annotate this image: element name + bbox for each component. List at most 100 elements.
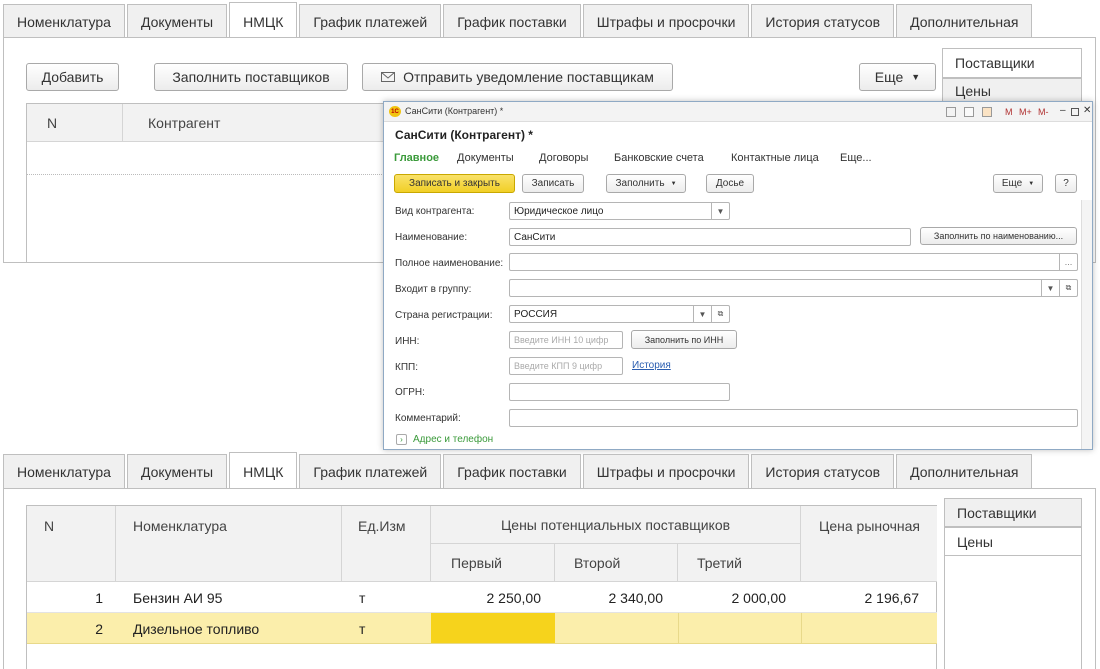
- tab-payment-schedule[interactable]: График платежей: [299, 4, 442, 38]
- side-tab-suppliers[interactable]: Поставщики: [942, 48, 1082, 78]
- column-group-supplier-prices: Цены потенциальных поставщиков: [431, 506, 801, 544]
- table-row[interactable]: 1 Бензин АИ 95 т 2 250,00 2 340,00 2 000…: [27, 582, 937, 613]
- fill-by-inn-button[interactable]: Заполнить по ИНН: [631, 330, 737, 349]
- tab-additional[interactable]: Дополнительная: [896, 454, 1033, 488]
- minimize-icon[interactable]: –: [1060, 105, 1066, 116]
- side-tab-prices[interactable]: Цены: [944, 527, 1082, 556]
- tab-payment-schedule[interactable]: График платежей: [299, 454, 442, 488]
- add-button[interactable]: Добавить: [26, 63, 119, 91]
- notify-suppliers-button[interactable]: Отправить уведомление поставщикам: [362, 63, 673, 91]
- more-button[interactable]: Еще ▼: [859, 63, 936, 91]
- address-phone-group[interactable]: Адрес и телефон: [413, 434, 493, 445]
- top-tab-bar: Номенклатура Документы НМЦК График плате…: [3, 2, 1034, 38]
- close-icon[interactable]: ✕: [1083, 105, 1091, 116]
- dossier-button[interactable]: Досье: [706, 174, 754, 193]
- chevron-down-icon: ▼: [670, 180, 677, 187]
- tab-nomenclature[interactable]: Номенклатура: [3, 454, 125, 488]
- nav-contracts[interactable]: Договоры: [539, 152, 588, 164]
- nav-more[interactable]: Еще...: [840, 152, 872, 164]
- fill-dropdown-button[interactable]: Заполнить ▼: [606, 174, 686, 193]
- tab-penalties[interactable]: Штрафы и просрочки: [582, 4, 750, 38]
- kpp-field[interactable]: Введите КПП 9 цифр: [509, 357, 623, 375]
- app-logo-icon: 1С: [389, 106, 401, 117]
- page-icon[interactable]: [964, 107, 974, 117]
- tab-penalties[interactable]: Штрафы и просрочки: [582, 454, 750, 488]
- row-item: Дизельное топливо: [133, 620, 260, 637]
- side-tab-suppliers[interactable]: Поставщики: [944, 498, 1082, 527]
- help-button[interactable]: ?: [1055, 174, 1077, 193]
- link-icon[interactable]: [946, 107, 956, 117]
- counterparty-dialog: 1С СанСити (Контрагент) * M M+ M- – ✕ Са…: [383, 101, 1093, 450]
- chevron-down-icon[interactable]: ▼: [711, 203, 729, 219]
- dialog-scrollbar[interactable]: [1081, 200, 1092, 449]
- maximize-icon[interactable]: [1071, 108, 1079, 116]
- fullname-label: Полное наименование:: [395, 258, 504, 269]
- ellipsis-icon[interactable]: …: [1059, 254, 1077, 270]
- kind-value: Юридическое лицо: [514, 205, 604, 217]
- save-button[interactable]: Записать: [522, 174, 584, 193]
- cell-divider: [678, 613, 679, 644]
- tab-documents[interactable]: Документы: [126, 4, 228, 38]
- tab-nmck[interactable]: НМЦК: [229, 452, 298, 488]
- country-label: Страна регистрации:: [395, 310, 493, 321]
- memory-plus-button[interactable]: M+: [1019, 107, 1032, 117]
- country-field[interactable]: РОССИЯ ▼ ⧉: [509, 305, 730, 323]
- tab-delivery-schedule[interactable]: График поставки: [443, 454, 581, 488]
- group-field[interactable]: ▼ ⧉: [509, 279, 1078, 297]
- row-price-second[interactable]: 2 340,00: [555, 582, 664, 613]
- nav-bank-accounts[interactable]: Банковские счета: [614, 152, 704, 164]
- row-unit: т: [359, 589, 366, 606]
- column-header-item: Номенклатура: [116, 506, 342, 582]
- tab-status-history[interactable]: История статусов: [751, 4, 895, 38]
- more-label: Еще: [874, 69, 904, 85]
- country-value: РОССИЯ: [514, 308, 558, 320]
- active-cell-price-first[interactable]: [431, 613, 555, 643]
- column-header-counterparty: Контрагент: [123, 104, 386, 142]
- side-panel-body: [944, 556, 1082, 669]
- tab-delivery-schedule[interactable]: График поставки: [443, 4, 581, 38]
- ogrn-label: ОГРН:: [395, 387, 425, 398]
- memory-m-button[interactable]: M: [1005, 107, 1013, 117]
- chevron-down-icon[interactable]: ▼: [1041, 280, 1059, 296]
- ogrn-field[interactable]: [509, 383, 730, 401]
- tab-nomenclature[interactable]: Номенклатура: [3, 4, 125, 38]
- tab-status-history[interactable]: История статусов: [751, 454, 895, 488]
- kind-select[interactable]: Юридическое лицо ▼: [509, 202, 730, 220]
- calendar-icon[interactable]: [982, 107, 992, 117]
- column-header-second: Второй: [555, 544, 678, 582]
- tab-additional[interactable]: Дополнительная: [896, 4, 1033, 38]
- chevron-down-icon: ▼: [911, 72, 921, 82]
- inn-field[interactable]: Введите ИНН 10 цифр: [509, 331, 623, 349]
- kpp-label: КПП:: [395, 362, 418, 373]
- cell-divider: [801, 613, 802, 644]
- memory-minus-button[interactable]: M-: [1038, 107, 1049, 117]
- fullname-field[interactable]: …: [509, 253, 1078, 271]
- kind-label: Вид контрагента:: [395, 206, 475, 217]
- column-header-n: N: [27, 104, 123, 142]
- nav-main[interactable]: Главное: [394, 152, 439, 164]
- tab-documents[interactable]: Документы: [126, 454, 228, 488]
- table-row[interactable]: [27, 142, 386, 175]
- expand-icon[interactable]: ›: [396, 434, 407, 445]
- open-icon[interactable]: ⧉: [1059, 280, 1077, 296]
- dialog-more-button[interactable]: Еще ▼: [993, 174, 1043, 193]
- history-link[interactable]: История: [632, 360, 671, 371]
- row-price-first[interactable]: 2 250,00: [431, 582, 542, 613]
- nav-contacts[interactable]: Контактные лица: [731, 152, 819, 164]
- nav-documents[interactable]: Документы: [457, 152, 514, 164]
- table-row-selected[interactable]: 2 Дизельное топливо т: [27, 613, 937, 644]
- group-label: Входит в группу:: [395, 284, 472, 295]
- comment-field[interactable]: [509, 409, 1078, 427]
- fill-suppliers-button[interactable]: Заполнить поставщиков: [154, 63, 348, 91]
- prices-table: N Номенклатура Ед.Изм Цены потенциальных…: [26, 505, 937, 669]
- fill-by-name-button[interactable]: Заполнить по наименованию...: [920, 227, 1077, 245]
- chevron-down-icon[interactable]: ▼: [693, 306, 711, 322]
- open-icon[interactable]: ⧉: [711, 306, 729, 322]
- column-header-first: Первый: [431, 544, 555, 582]
- save-and-close-button[interactable]: Записать и закрыть: [394, 174, 515, 193]
- row-number: 1: [95, 589, 103, 606]
- tab-nmck[interactable]: НМЦК: [229, 2, 298, 38]
- name-field[interactable]: СанСити: [509, 228, 911, 246]
- fill-label: Заполнить: [615, 178, 665, 189]
- row-price-third[interactable]: 2 000,00: [678, 582, 787, 613]
